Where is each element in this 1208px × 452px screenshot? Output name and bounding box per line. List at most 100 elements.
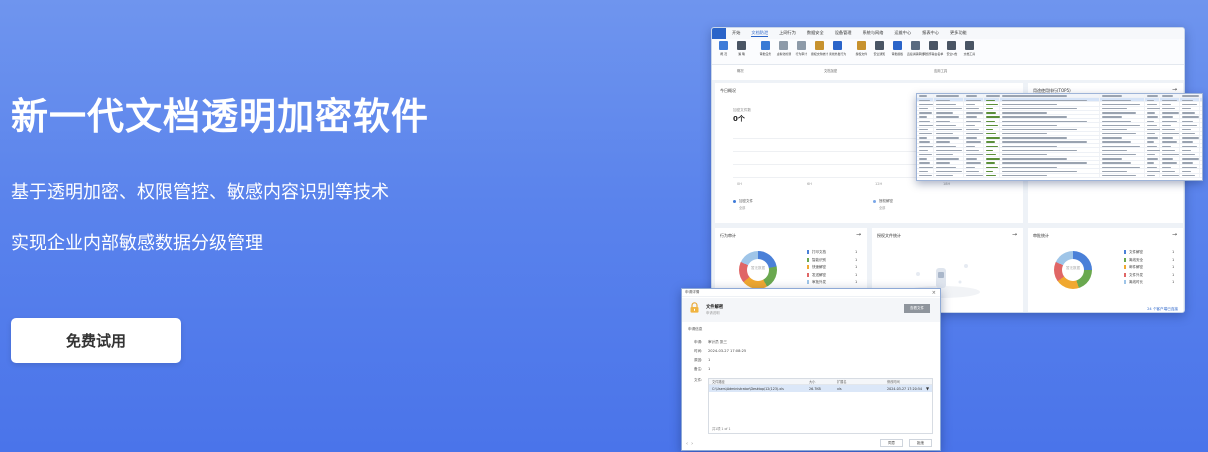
table-cell: [1180, 98, 1200, 102]
arrow-right-icon[interactable]: →: [1172, 86, 1177, 93]
table-cell: [1180, 148, 1200, 152]
table-cell: [1000, 102, 1100, 106]
ribbon-button[interactable]: 安全通知: [871, 41, 888, 56]
table-cell: [1160, 161, 1180, 165]
legend-item: 快速解密: [807, 265, 826, 270]
legend-item: 智能识别: [807, 257, 826, 263]
table-cell: [1000, 152, 1100, 156]
arrow-right-icon[interactable]: →: [1012, 231, 1017, 238]
table-cell: [934, 110, 964, 114]
menu-item[interactable]: 文档防泄: [751, 30, 769, 37]
nav-arrows[interactable]: ‹ ›: [686, 441, 693, 447]
ribbon-button[interactable]: 离线外发行为: [829, 41, 846, 56]
table-cell: [917, 106, 934, 110]
table-cell: [1145, 127, 1160, 131]
menu-item[interactable]: 更多功能: [950, 30, 967, 37]
table-cell: [1145, 131, 1160, 135]
hero-title: 新一代文档透明加密软件: [11, 95, 429, 138]
table-cell: [917, 102, 934, 106]
ribbon-button[interactable]: 直接关联审批: [907, 41, 924, 56]
legend-item: 邮件解密: [1124, 265, 1143, 270]
table-cell: [1180, 169, 1200, 173]
table-cell: [1000, 127, 1100, 131]
field-value: 审计员 张三: [708, 340, 728, 344]
ribbon-tool-icon: [875, 41, 884, 50]
table-cell: [1160, 156, 1180, 160]
table-row[interactable]: C:\Users\Administrator\Desktop\12(123).x…: [709, 385, 932, 392]
table-cell: [1145, 152, 1160, 156]
view-file-button[interactable]: 查看文件: [904, 304, 930, 313]
table-cell: [964, 169, 984, 173]
ribbon-button[interactable]: 行为审计: [793, 41, 810, 56]
approve-button[interactable]: 同意: [880, 439, 903, 447]
dialog-section-title: 申请信息: [688, 327, 703, 331]
table-cell: [1000, 98, 1100, 102]
menu-item[interactable]: 数据安全: [807, 30, 824, 37]
ribbon-button-label: 网络传输白名单: [923, 52, 944, 56]
table-cell: [964, 173, 984, 177]
table-cell: [1100, 144, 1145, 148]
table-cell: [1180, 119, 1200, 123]
ribbon-button[interactable]: 安全U盘: [943, 41, 960, 56]
reject-button[interactable]: 拒绝: [909, 439, 932, 447]
ribbon-button[interactable]: 文档工具: [961, 41, 978, 56]
legend-swatch: [1124, 280, 1126, 285]
legend-label: 离线安全: [1129, 257, 1143, 262]
legend-count: 1: [1172, 250, 1175, 254]
table-cell: [917, 144, 934, 148]
table-row[interactable]: [917, 173, 1202, 178]
status-bar: 24 个客户端已连接: [1147, 307, 1178, 311]
ribbon-tool-icon: [929, 41, 938, 50]
free-trial-button[interactable]: 免费试用: [11, 318, 181, 363]
ribbon-button-label: 授权文件: [855, 52, 868, 56]
table-cell: [1100, 169, 1145, 173]
ribbon-group-labels: 概况 文档加密 应用工具: [712, 68, 1184, 73]
ribbon-button[interactable]: 审批任务: [757, 41, 774, 56]
ribbon-button-label: 安全通知: [873, 52, 886, 56]
ribbon-button[interactable]: 授权文件统计: [811, 41, 828, 56]
table-cell: [917, 173, 934, 177]
table-cell: [1145, 119, 1160, 123]
table-cell: [917, 148, 934, 152]
menu-item[interactable]: 设备管理: [835, 30, 852, 37]
close-icon[interactable]: ×: [932, 290, 936, 296]
legend-swatch: [1124, 272, 1126, 277]
field-key: 文件:: [694, 378, 703, 382]
menu-item[interactable]: 报表中心: [922, 30, 939, 37]
field-key: 时间:: [694, 349, 703, 353]
table-cell: [964, 110, 984, 114]
caret-down-icon[interactable]: ▼: [926, 386, 929, 391]
table-cell: [964, 161, 984, 165]
ribbon-button[interactable]: 虚拟化检测: [775, 41, 792, 56]
file-ext-cell: xls: [837, 386, 842, 391]
table-cell: [964, 106, 984, 110]
file-mtime-cell: 2024-03-27 17:20:54: [887, 386, 923, 391]
ribbon-group-label: 文档加密: [824, 69, 838, 73]
menu-item[interactable]: 开始: [732, 30, 740, 37]
ribbon-button[interactable]: 策 略: [733, 41, 750, 56]
table-cell: [934, 119, 964, 123]
arrow-right-icon[interactable]: →: [856, 231, 861, 238]
ribbon-button[interactable]: 网络传输白名单: [923, 41, 944, 56]
table-cell: [964, 123, 984, 127]
legend-label: 邮件解密: [1129, 265, 1143, 270]
ribbon-button[interactable]: 审批模板: [889, 41, 906, 56]
table-cell: [1000, 119, 1100, 123]
ribbon-tool-icon: [965, 41, 974, 50]
table-cell: [1000, 156, 1100, 160]
ribbon-button[interactable]: 概 况: [715, 41, 732, 56]
table-pager[interactable]: 共1项 1 of 1: [712, 426, 731, 431]
field-value: 1: [708, 358, 711, 362]
table-cell: [964, 98, 984, 102]
table-cell: [1160, 94, 1180, 98]
table-cell: [1100, 131, 1145, 135]
menu-item[interactable]: 运维中心: [894, 30, 911, 37]
ribbon-button[interactable]: 授权文件: [853, 41, 870, 56]
table-cell: [1100, 94, 1145, 98]
donut-center-label: 暂无数据: [1066, 266, 1080, 270]
field-value: 2024-03-27 17:08:25: [708, 349, 747, 353]
menu-item[interactable]: 系统与网络: [862, 30, 883, 37]
arrow-right-icon[interactable]: →: [1172, 231, 1177, 238]
table-cell: [1180, 173, 1200, 177]
menu-item[interactable]: 上网行为: [779, 30, 796, 37]
